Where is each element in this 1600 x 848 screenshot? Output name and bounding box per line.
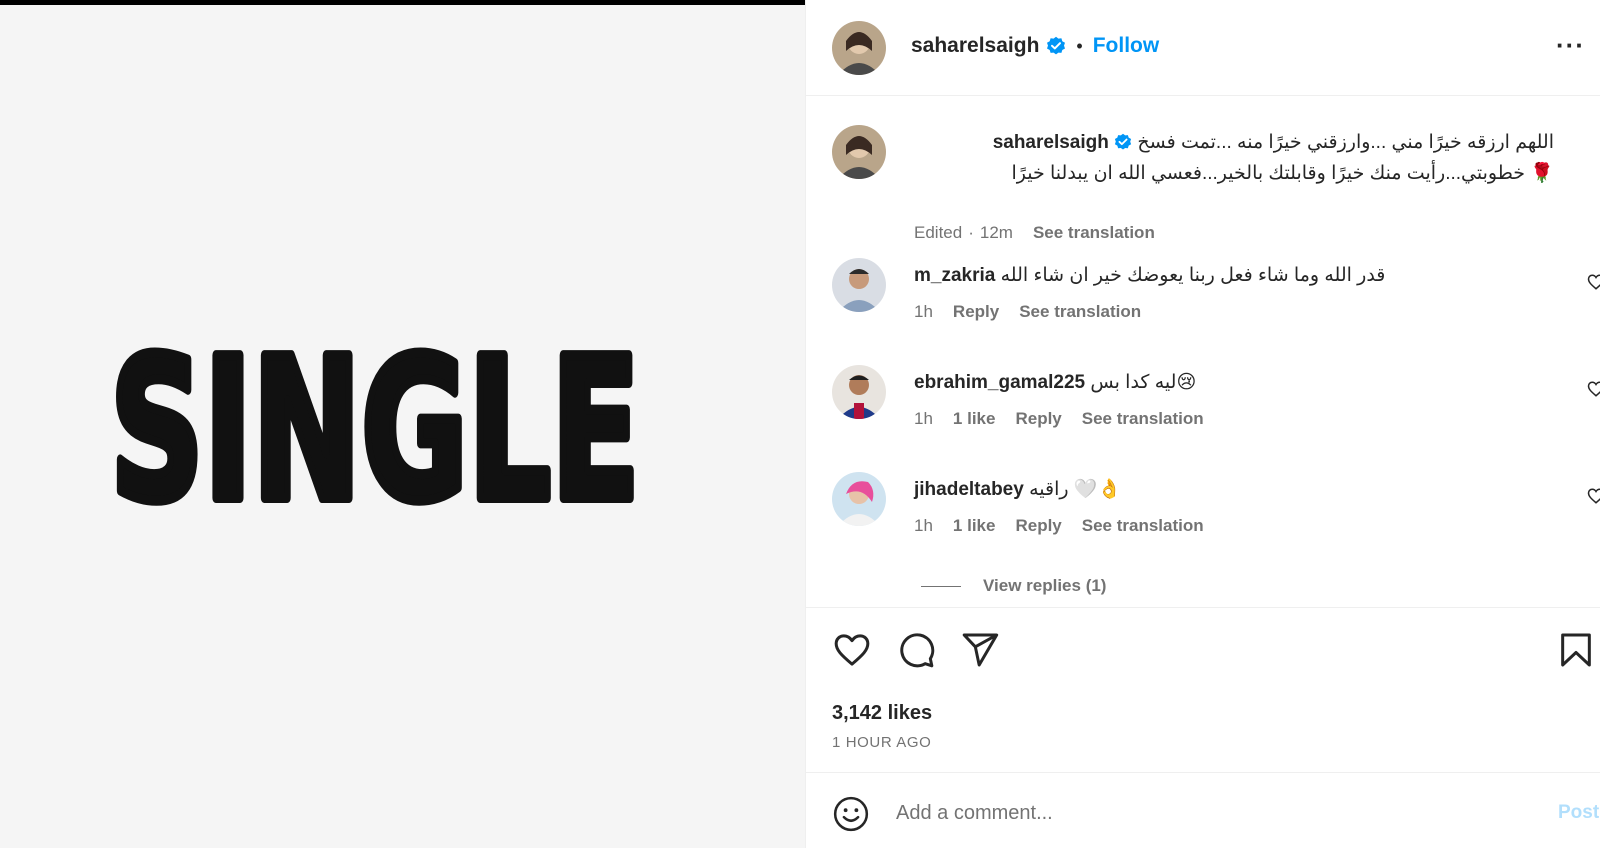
comment-time[interactable]: 1h xyxy=(914,516,933,536)
reply-button[interactable]: Reply xyxy=(1015,516,1061,536)
emoji-icon[interactable] xyxy=(832,795,870,833)
single-word-text: SINGLE xyxy=(110,320,640,520)
comments-list[interactable]: saharelsaigh اللهم ارزقه خيرًا مني ...وا… xyxy=(806,97,1600,607)
see-translation-link[interactable]: See translation xyxy=(1082,516,1204,536)
bookmark-icon[interactable] xyxy=(1556,630,1596,670)
media-top-border xyxy=(0,0,805,5)
comment-input[interactable] xyxy=(896,793,1516,833)
header-user-row: saharelsaigh • Follow xyxy=(911,34,1159,58)
view-replies-line xyxy=(921,585,961,587)
post-side-panel: saharelsaigh • Follow ··· saharelsaigh ا… xyxy=(805,0,1600,848)
comment-likes[interactable]: 1 like xyxy=(953,516,996,536)
comment-meta: 1h 1 like Reply See translation xyxy=(914,516,1204,536)
comment-body: ليه كدا بس😢 xyxy=(1090,372,1197,393)
follow-button[interactable]: Follow xyxy=(1093,34,1160,58)
view-replies-label[interactable]: View replies (1) xyxy=(983,576,1106,596)
single-word-image: SINGLE xyxy=(105,320,645,520)
caption-username[interactable]: saharelsaigh xyxy=(993,132,1109,153)
share-icon[interactable] xyxy=(960,630,1000,670)
author-username[interactable]: saharelsaigh xyxy=(911,34,1039,58)
reply-button[interactable]: Reply xyxy=(1015,409,1061,429)
likes-count[interactable]: 3,142 likes xyxy=(832,702,932,725)
caption-time[interactable]: 12m xyxy=(980,223,1013,243)
more-options-icon[interactable]: ··· xyxy=(1556,30,1585,61)
comment-avatar[interactable] xyxy=(832,365,886,419)
comment-like-heart-icon[interactable] xyxy=(1587,487,1600,505)
post-timestamp[interactable]: 1 HOUR AGO xyxy=(832,734,931,751)
comment-username[interactable]: jihadeltabey xyxy=(914,479,1024,500)
meta-dot: · xyxy=(968,223,974,242)
comment-meta: 1h Reply See translation xyxy=(914,302,1141,322)
caption-avatar[interactable] xyxy=(832,125,886,179)
post-header: saharelsaigh • Follow ··· xyxy=(806,0,1600,96)
heart-icon[interactable] xyxy=(832,630,872,670)
comment-body: راقيه 🤍👌 xyxy=(1029,479,1122,500)
comment-time[interactable]: 1h xyxy=(914,302,933,322)
see-translation-link[interactable]: See translation xyxy=(1082,409,1204,429)
comment-avatar[interactable] xyxy=(832,258,886,312)
post-media[interactable]: SINGLE xyxy=(0,0,805,848)
comment-username[interactable]: m_zakria xyxy=(914,265,995,286)
caption-edited: Edited xyxy=(914,223,963,242)
comment-body: قدر الله وما شاء فعل ربنا يعوضك خير ان ش… xyxy=(1000,265,1386,286)
reply-button[interactable]: Reply xyxy=(953,302,999,322)
see-translation-link[interactable]: See translation xyxy=(1033,223,1155,243)
comment-icon[interactable] xyxy=(896,630,936,670)
see-translation-link[interactable]: See translation xyxy=(1019,302,1141,322)
comment-avatar[interactable] xyxy=(832,472,886,526)
view-replies-button[interactable]: View replies (1) xyxy=(921,576,1106,596)
comment-text-block: m_zakria قدر الله وما شاء فعل ربنا يعوضك… xyxy=(914,260,1554,291)
post-button[interactable]: Post xyxy=(1558,802,1599,824)
add-comment-bar: Post xyxy=(806,772,1600,848)
comment-like-heart-icon[interactable] xyxy=(1587,273,1600,291)
verified-badge-icon xyxy=(1047,36,1066,55)
comment-likes[interactable]: 1 like xyxy=(953,409,996,429)
caption-meta: Edited · 12m See translation xyxy=(914,223,1155,243)
comment-text-block: jihadeltabey راقيه 🤍👌 xyxy=(914,474,1554,505)
caption-text-block: saharelsaigh اللهم ارزقه خيرًا مني ...وا… xyxy=(914,127,1554,189)
comment-like-heart-icon[interactable] xyxy=(1587,380,1600,398)
author-avatar[interactable] xyxy=(832,21,886,75)
verified-badge-icon xyxy=(1115,133,1132,150)
separator-dot: • xyxy=(1076,35,1083,56)
comment-meta: 1h 1 like Reply See translation xyxy=(914,409,1204,429)
comment-text-block: ebrahim_gamal225 ليه كدا بس😢 xyxy=(914,367,1554,398)
post-actions: 3,142 likes 1 HOUR AGO xyxy=(806,607,1600,772)
comment-username[interactable]: ebrahim_gamal225 xyxy=(914,372,1085,393)
comment-time[interactable]: 1h xyxy=(914,409,933,429)
